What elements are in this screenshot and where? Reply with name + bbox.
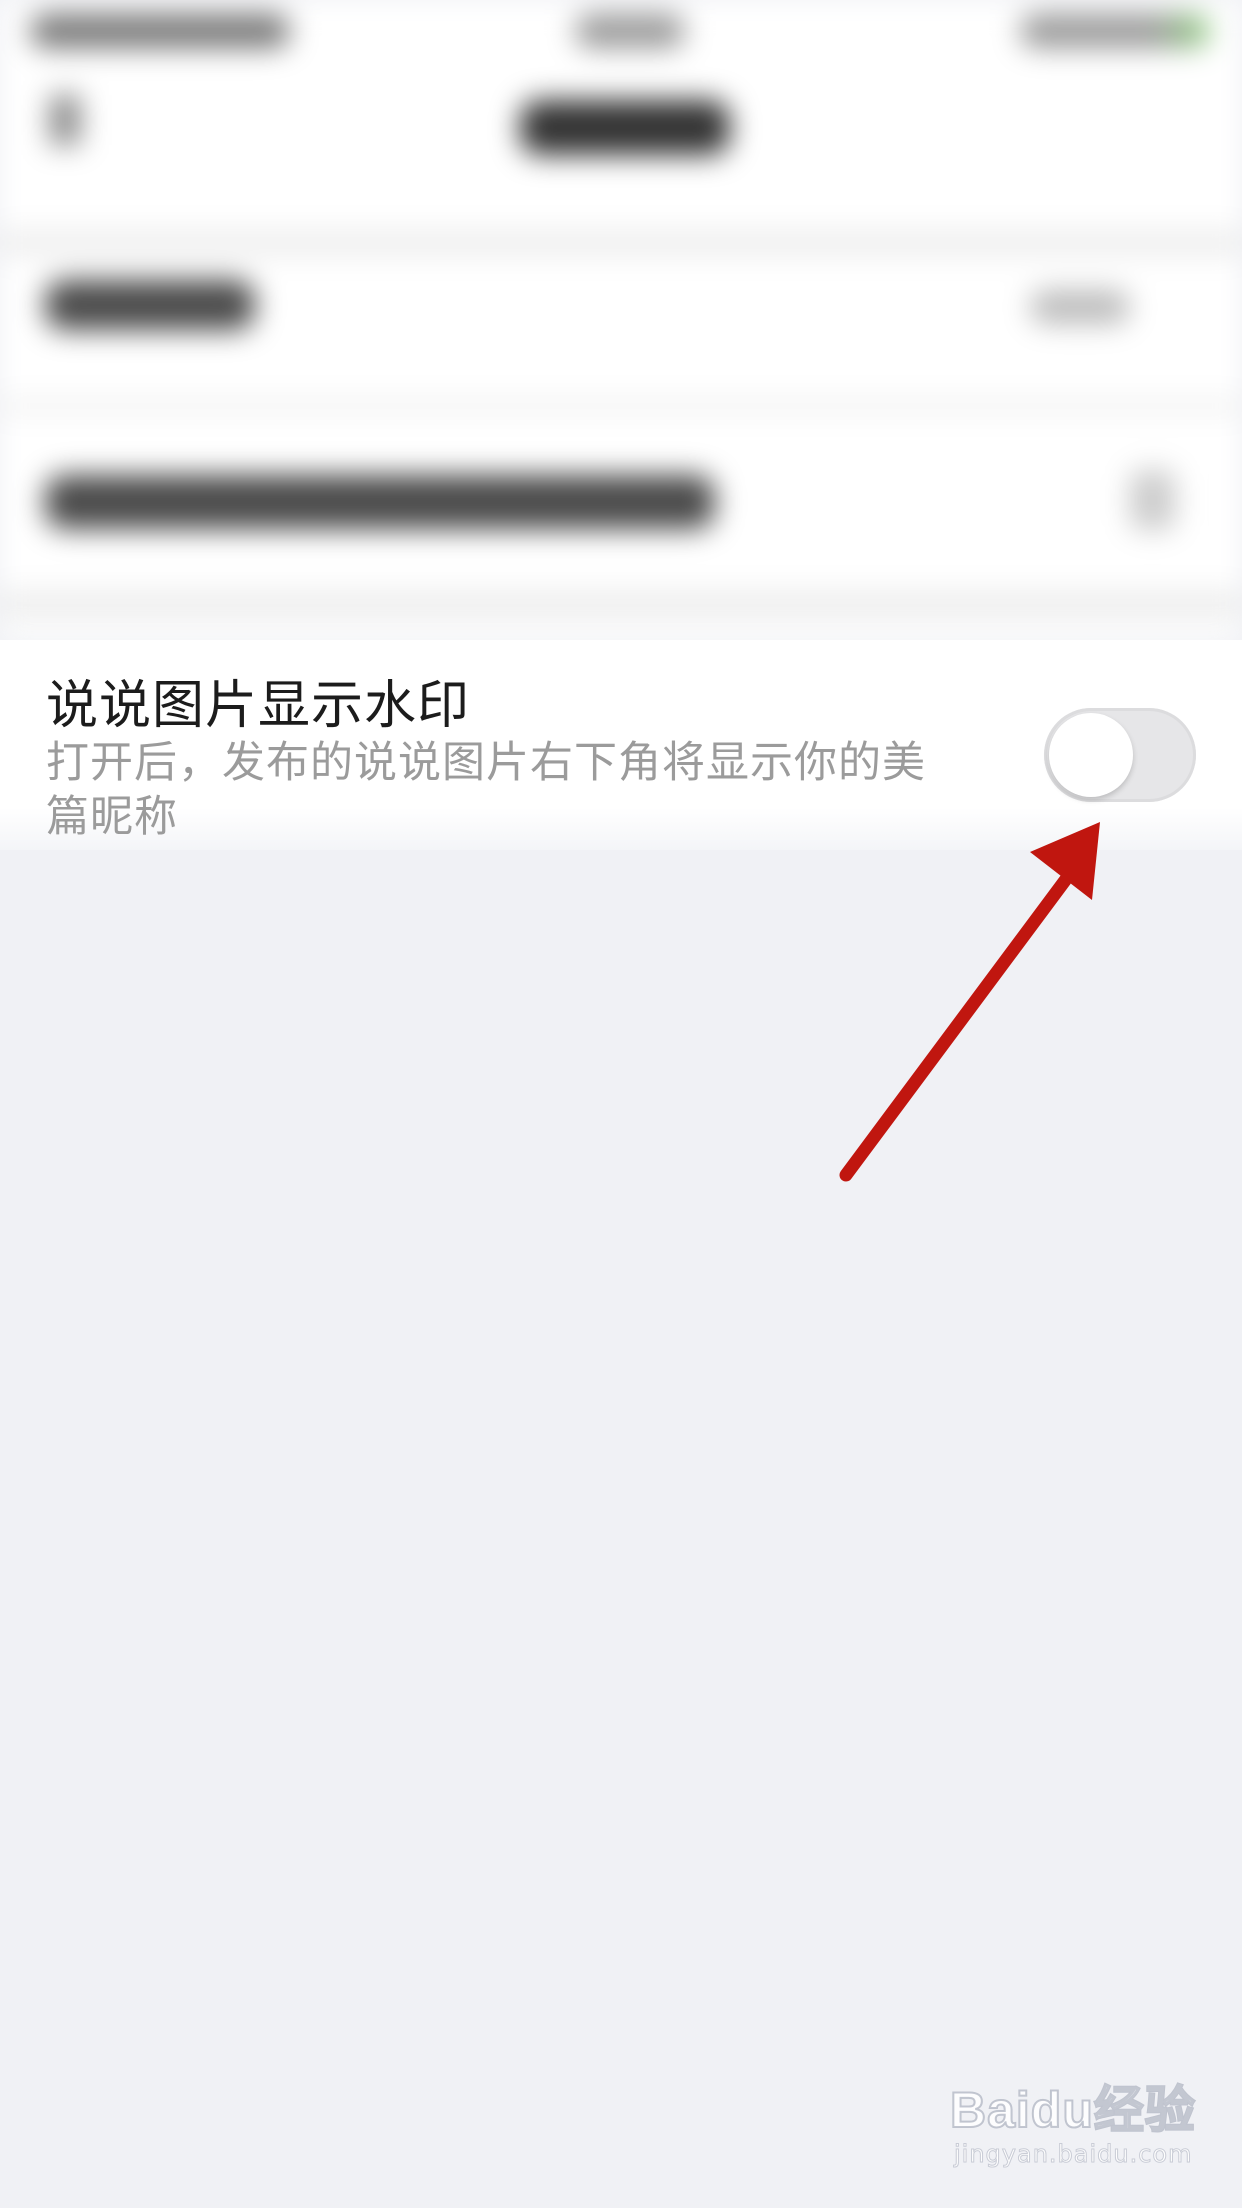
screen: 说说图片显示水印 打开后，发布的说说图片右下角将显示你的美篇昵称 Baidu经验… <box>0 0 1242 2208</box>
section-divider <box>0 400 1242 412</box>
watermark-logo: Baidu经验 <box>949 2081 1196 2139</box>
status-bar-left <box>30 14 290 48</box>
blurred-header-region <box>0 0 1242 640</box>
status-bar-time <box>575 14 685 48</box>
section-divider <box>0 230 1242 256</box>
blurred-setting-row-label[interactable] <box>45 280 255 330</box>
setting-description: 打开后，发布的说说图片右下角将显示你的美篇昵称 <box>46 738 926 842</box>
status-bar-right <box>1020 14 1210 48</box>
watermark-url: jingyan.baidu.com <box>953 2140 1193 2169</box>
watermark-setting-row: 说说图片显示水印 打开后，发布的说说图片右下角将显示你的美篇昵称 <box>0 640 1242 850</box>
back-icon[interactable] <box>50 95 80 145</box>
setting-title: 说说图片显示水印 <box>46 676 471 736</box>
blurred-setting-row-label[interactable] <box>45 475 715 529</box>
watermark-toggle[interactable] <box>1044 708 1196 802</box>
toggle-knob[interactable] <box>1049 713 1133 797</box>
page-title <box>520 100 730 155</box>
section-divider <box>0 590 1242 620</box>
blurred-setting-row-value <box>1130 470 1175 530</box>
baidu-jingyan-watermark: Baidu经验 jingyan.baidu.com <box>949 2070 1210 2180</box>
blurred-setting-row-value <box>1030 290 1130 324</box>
